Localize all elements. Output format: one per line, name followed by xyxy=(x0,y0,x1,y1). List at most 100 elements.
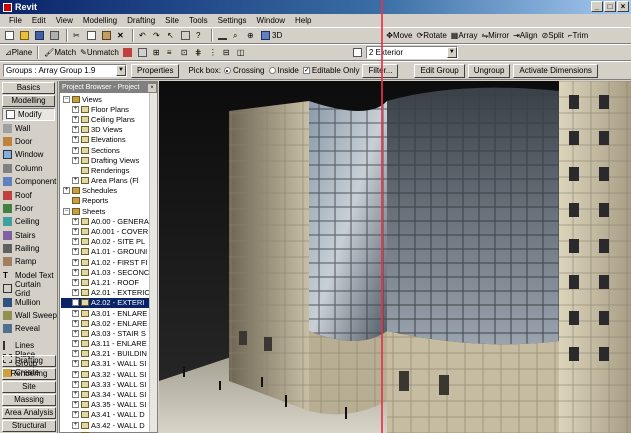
close-button[interactable]: × xyxy=(617,1,629,12)
tool-button-d[interactable]: ≡ xyxy=(165,46,179,60)
trim-button[interactable]: ⌐ Trim xyxy=(566,29,590,43)
tool-reveal[interactable]: Reveal xyxy=(0,322,57,335)
zoom-button[interactable]: ⌕ xyxy=(231,29,245,43)
expand-icon[interactable]: + xyxy=(72,329,79,337)
menu-settings[interactable]: Settings xyxy=(213,16,252,25)
help-button[interactable]: ? xyxy=(194,29,208,43)
copy-button[interactable] xyxy=(85,29,100,43)
tool-floor[interactable]: Floor xyxy=(0,202,57,215)
tool-button-b[interactable] xyxy=(136,46,151,60)
tree-item[interactable]: + A3.01 - ENLARE xyxy=(61,308,157,318)
menu-modelling[interactable]: Modelling xyxy=(78,16,122,25)
tree-item[interactable]: + A3.11 - ENLARE xyxy=(61,339,157,349)
tab-modelling[interactable]: Modelling xyxy=(2,95,55,107)
inside-radio[interactable] xyxy=(268,67,276,74)
match-button[interactable]: 🖌 Match xyxy=(42,46,78,60)
expand-icon[interactable]: + xyxy=(72,177,79,185)
dim-button[interactable] xyxy=(216,29,231,43)
new-button[interactable] xyxy=(3,29,18,43)
view-combo[interactable]: 2 Exterior ▼ xyxy=(365,46,458,59)
expand-icon[interactable]: + xyxy=(72,278,79,286)
open-button[interactable] xyxy=(18,29,33,43)
section-button[interactable]: ⊕ xyxy=(245,29,259,43)
select-button[interactable]: ↖ xyxy=(165,29,179,43)
cut-button[interactable]: ✂ xyxy=(71,29,85,43)
tool-wall-sweep[interactable]: Wall Sweep xyxy=(0,309,57,322)
align-button[interactable]: ⇥ Align xyxy=(511,29,540,43)
tab-rendering[interactable]: Rendering xyxy=(2,368,56,380)
menu-tools[interactable]: Tools xyxy=(184,16,213,25)
tree-item[interactable]: + Elevations xyxy=(61,135,157,145)
tool-button-g[interactable]: ⋮ xyxy=(207,46,221,60)
expand-icon[interactable]: + xyxy=(72,105,79,113)
array-button[interactable]: ▦ Array xyxy=(449,29,480,43)
expand-icon[interactable]: + xyxy=(72,136,79,144)
tree-item[interactable]: + Schedules xyxy=(61,186,157,196)
menu-file[interactable]: File xyxy=(4,16,27,25)
expand-icon[interactable]: + xyxy=(72,146,79,154)
tree-item[interactable]: + Sections xyxy=(61,145,157,155)
undo-button[interactable]: ↶ xyxy=(137,29,151,43)
print-button[interactable] xyxy=(48,29,63,43)
crossing-radio[interactable] xyxy=(223,67,231,74)
expand-icon[interactable]: + xyxy=(72,228,79,236)
tool-door[interactable]: Door xyxy=(0,135,57,148)
expand-icon[interactable]: + xyxy=(72,401,79,409)
tool-button-c[interactable]: ⊞ xyxy=(151,46,165,60)
tree-item[interactable]: + Area Plans (Fl xyxy=(61,176,157,186)
tree-item[interactable]: +3D Views xyxy=(61,125,157,135)
expand-icon[interactable]: + xyxy=(72,299,79,307)
expand-icon[interactable]: + xyxy=(63,187,70,195)
tool-wall[interactable]: Wall xyxy=(0,121,57,134)
expand-icon[interactable]: + xyxy=(72,238,79,246)
expand-icon[interactable]: + xyxy=(72,309,79,317)
tab-site[interactable]: Site xyxy=(2,381,56,393)
tree-item[interactable]: + A3.31 - WALL SI xyxy=(61,359,157,369)
expand-icon[interactable]: + xyxy=(72,115,79,123)
tab-drafting[interactable]: Drafting xyxy=(2,355,56,367)
tree-item[interactable]: Reports xyxy=(61,196,157,206)
tool-button-i[interactable]: ◫ xyxy=(235,46,249,60)
redo-button[interactable]: ↷ xyxy=(151,29,165,43)
expand-icon[interactable]: + xyxy=(72,370,79,378)
view-3d-button[interactable]: 3D xyxy=(259,29,284,43)
expand-icon[interactable]: + xyxy=(72,268,79,276)
tool-modify[interactable]: Modify xyxy=(2,108,55,122)
view-properties-button[interactable] xyxy=(351,46,366,60)
tool-component[interactable]: Component xyxy=(0,175,57,188)
tree-item[interactable]: + A3.21 - BUILDIN xyxy=(61,349,157,359)
tool-roof[interactable]: Roof xyxy=(0,188,57,201)
tool-button-h[interactable]: ⊟ xyxy=(221,46,235,60)
unmatch-button[interactable]: ✎ Unmatch xyxy=(78,46,121,60)
tree-item[interactable]: + A3.33 - WALL SI xyxy=(61,379,157,389)
tree-item[interactable]: + A3.35 - WALL SI xyxy=(61,400,157,410)
tree-item[interactable]: − Sheets xyxy=(61,206,157,216)
expand-icon[interactable]: + xyxy=(72,380,79,388)
tool-railing[interactable]: Railing xyxy=(0,242,57,255)
expand-icon[interactable]: + xyxy=(72,156,79,164)
expand-icon[interactable]: + xyxy=(72,126,79,134)
expand-icon[interactable]: + xyxy=(72,350,79,358)
menu-help[interactable]: Help xyxy=(290,16,316,25)
ungroup-button[interactable]: Ungroup xyxy=(467,63,511,78)
delete-button[interactable]: ✕ xyxy=(115,29,129,43)
tree-item[interactable]: + A3.41 - WALL D xyxy=(61,410,157,420)
tool-button-f[interactable]: ⋕ xyxy=(193,46,207,60)
expand-icon[interactable]: + xyxy=(72,411,79,419)
tree-item[interactable]: + A3.32 - WALL SI xyxy=(61,369,157,379)
tree-item[interactable]: + Drafting Views xyxy=(61,155,157,165)
mirror-button[interactable]: ⇋ Mirror xyxy=(479,29,511,43)
tool-button-a[interactable] xyxy=(121,46,136,60)
tree-item[interactable]: Renderings xyxy=(61,165,157,175)
tag-button[interactable] xyxy=(179,29,194,43)
tree-item[interactable]: + A1.21 - ROOF xyxy=(61,277,157,287)
chevron-down-icon[interactable]: ▼ xyxy=(116,65,126,76)
menu-window[interactable]: Window xyxy=(252,16,290,25)
rotate-button[interactable]: ⟳ Rotate xyxy=(415,29,449,43)
paste-button[interactable] xyxy=(100,29,115,43)
tool-stairs[interactable]: Stairs xyxy=(0,229,57,242)
tree-item[interactable]: + A3.02 - ENLARE xyxy=(61,318,157,328)
tree-item[interactable]: + A1.03 - SECONC xyxy=(61,267,157,277)
tree-item[interactable]: + A1.02 - FIRST FI xyxy=(61,257,157,267)
expand-icon[interactable]: + xyxy=(72,289,79,297)
